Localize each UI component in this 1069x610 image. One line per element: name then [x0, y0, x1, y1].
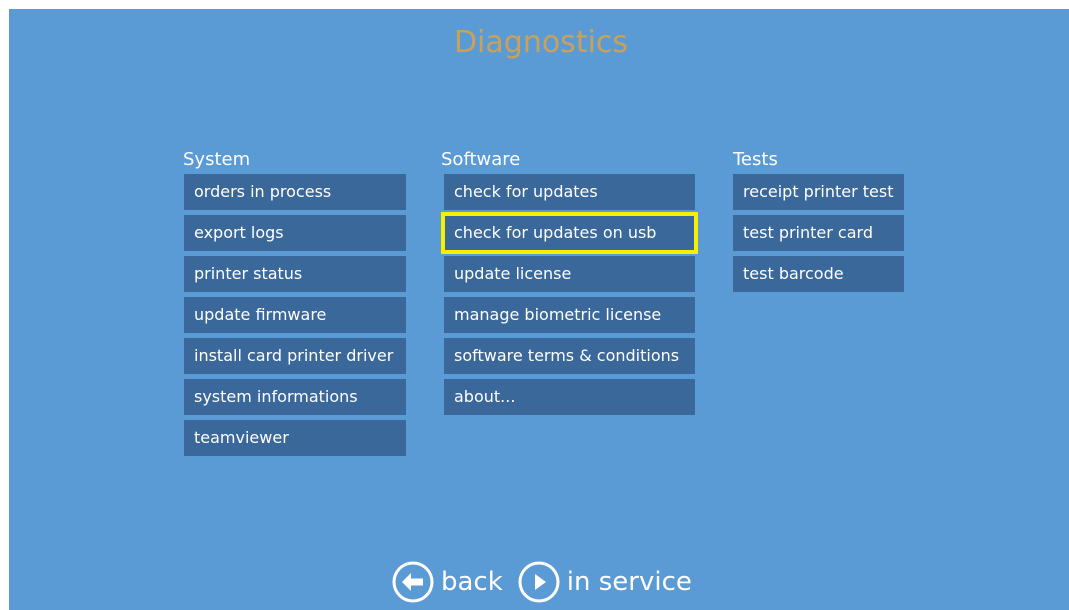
teamviewer-button[interactable]: teamviewer	[184, 420, 406, 456]
footer-nav: back in service	[391, 559, 692, 605]
receipt-printer-test-button[interactable]: receipt printer test	[733, 174, 904, 210]
about-button[interactable]: about...	[444, 379, 695, 415]
diagnostics-screen: Diagnostics System orders in process exp…	[9, 9, 1069, 610]
page-title: Diagnostics	[453, 25, 629, 60]
software-heading: Software	[441, 149, 521, 170]
in-service-button[interactable]: in service	[517, 560, 692, 604]
arrow-left-circle-icon	[391, 560, 435, 604]
update-license-button[interactable]: update license	[444, 256, 695, 292]
system-informations-button[interactable]: system informations	[184, 379, 406, 415]
tests-column: Tests receipt printer test test printer …	[733, 149, 905, 297]
orders-in-process-button[interactable]: orders in process	[184, 174, 406, 210]
play-circle-icon	[517, 560, 561, 604]
check-for-updates-button[interactable]: check for updates	[444, 174, 695, 210]
back-button[interactable]: back	[391, 560, 503, 604]
in-service-label: in service	[566, 567, 692, 597]
manage-biometric-license-button[interactable]: manage biometric license	[444, 297, 695, 333]
tests-heading: Tests	[733, 149, 778, 170]
install-card-printer-driver-button[interactable]: install card printer driver	[184, 338, 406, 374]
update-firmware-button[interactable]: update firmware	[184, 297, 406, 333]
software-terms-button[interactable]: software terms & conditions	[444, 338, 695, 374]
check-for-updates-on-usb-button[interactable]: check for updates on usb	[441, 212, 698, 254]
printer-status-button[interactable]: printer status	[184, 256, 406, 292]
software-column: Software check for updates check for upd…	[441, 149, 698, 420]
test-barcode-button[interactable]: test barcode	[733, 256, 904, 292]
export-logs-button[interactable]: export logs	[184, 215, 406, 251]
back-label: back	[441, 567, 503, 597]
system-column: System orders in process export logs pri…	[183, 149, 406, 461]
system-heading: System	[183, 149, 251, 170]
test-printer-card-button[interactable]: test printer card	[733, 215, 904, 251]
